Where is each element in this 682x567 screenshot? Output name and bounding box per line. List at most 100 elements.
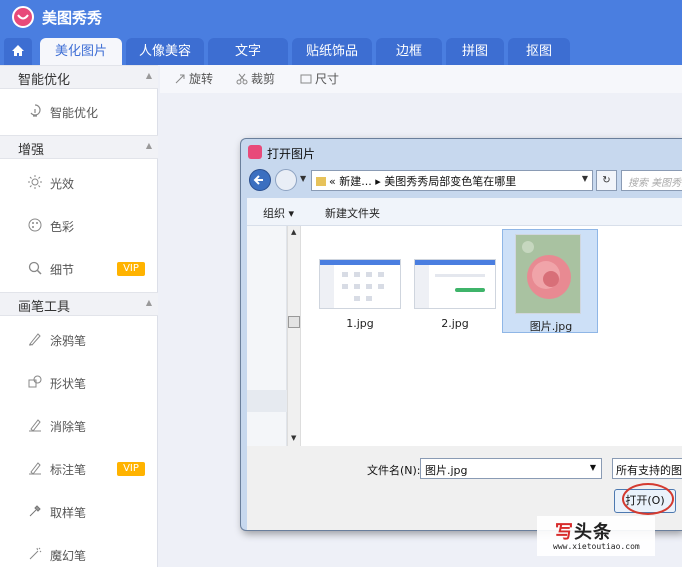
sidebar-item-label: 细节 [50,263,75,277]
vip-badge: VIP [117,462,145,476]
title-bar: 美图秀秀 [0,0,682,34]
section-smart-optimize[interactable]: 智能优化 ▲ [0,65,158,89]
sidebar-item-color[interactable]: 色彩 [0,206,158,246]
sidebar-item-label: 光效 [50,177,75,191]
rotate-tool[interactable]: 旋转 [174,70,213,87]
tab-beautify[interactable]: 美化图片 [40,38,122,65]
home-icon [12,45,24,56]
search-input[interactable]: 搜索 美图秀秀... [621,170,682,191]
filename-value: 图片.jpg [425,464,468,477]
crop-tool[interactable]: 裁剪 [236,70,275,87]
sidebar-item-magic-pen[interactable]: 魔幻笔 [0,535,158,567]
address-bar[interactable]: « 新建... ▸ 美图秀秀局部变色笔在哪里 ▼ [311,170,593,191]
scissors-icon [236,73,248,85]
search-placeholder: 搜索 美图秀秀... [628,178,682,189]
eraser-pen-icon [29,419,41,432]
filetype-select[interactable]: 所有支持的图片 [612,458,682,479]
back-arrow-icon [253,175,263,185]
sidebar-item-shape-pen[interactable]: 形状笔 [0,363,158,403]
sidebar-item-light[interactable]: 光效 [0,163,158,203]
back-button[interactable] [249,169,271,191]
tab-stickers[interactable]: 贴纸饰品 [292,38,372,65]
sidebar-item-label: 消除笔 [50,420,87,434]
tab-collage[interactable]: 拼图 [446,38,504,65]
light-icon [28,175,42,189]
vip-badge: VIP [117,262,145,276]
file-name: 2.jpg [441,317,469,330]
watermark-logo: 写头条 [555,522,612,543]
collapse-caret-icon: ▲ [145,298,152,307]
sidebar-item-detail[interactable]: 细节 VIP [0,249,158,289]
eyedropper-icon [29,505,41,517]
scroll-down-icon[interactable]: ▼ [291,434,296,442]
file-thumbnail [414,259,496,309]
section-label: 增强 [18,143,45,158]
forward-button[interactable] [275,169,297,191]
scroll-up-icon[interactable]: ▲ [291,228,296,236]
address-path: « 新建... ▸ 美图秀秀局部变色笔在哪里 [316,173,516,189]
history-dropdown-icon[interactable]: ▼ [300,174,306,183]
rotate-label: 旋转 [189,72,214,86]
new-folder-button[interactable]: 新建文件夹 [325,205,380,221]
sidebar-item-smart-optimize[interactable]: 智能优化 [0,92,158,132]
file-thumbnail [515,234,581,314]
file-item-selected[interactable]: 图片.jpg [502,229,598,333]
command-bar: 组织 ▾ 新建文件夹 [247,198,682,226]
app-title: 美图秀秀 [42,9,103,27]
section-label: 智能优化 [18,73,71,88]
filename-dropdown-icon[interactable]: ▼ [590,463,596,472]
scroll-thumb[interactable] [288,316,300,328]
sidebar-item-eraser-pen[interactable]: 消除笔 [0,406,158,446]
size-label: 尺寸 [315,72,340,86]
sidebar-item-label: 涂鸦笔 [50,334,87,348]
address-dropdown-icon[interactable]: ▼ [582,174,588,183]
file-thumbnail [319,259,401,309]
navigation-pane[interactable] [247,226,287,446]
filetype-value: 所有支持的图片 [616,464,682,477]
organize-button[interactable]: 组织 ▾ [263,205,294,221]
sidebar-item-label: 标注笔 [50,463,87,477]
file-item[interactable]: 1.jpg [314,229,406,333]
path-segment[interactable]: 新建... [339,175,372,188]
filename-input[interactable]: 图片.jpg ▼ [420,458,602,479]
tab-cutout[interactable]: 抠图 [508,38,570,65]
annotate-pen-icon [29,462,41,475]
sidebar: 智能优化 ▲ 智能优化 增强 ▲ 光效 色彩 细节 VIP 画笔工具 ▲ 涂鸦笔… [0,65,158,567]
sidebar-item-label: 智能优化 [50,106,99,120]
sidebar-item-label: 形状笔 [50,377,87,391]
path-segment[interactable]: 美图秀秀局部变色笔在哪里 [384,175,516,188]
sidebar-item-label: 魔幻笔 [50,549,87,563]
sidebar-item-annotate-pen[interactable]: 标注笔 VIP [0,449,158,489]
doodle-brush-icon [29,333,41,346]
sidebar-item-doodle-brush[interactable]: 涂鸦笔 [0,320,158,360]
collapse-caret-icon: ▲ [145,71,152,80]
open-image-dialog: 打开图片 ▼ « 新建... ▸ 美图秀秀局部变色笔在哪里 ▼ ↻ 搜索 美图秀… [240,138,682,531]
smart-optimize-icon [30,104,41,117]
file-name: 1.jpg [346,317,374,330]
home-tab[interactable] [4,38,32,65]
sidebar-item-eyedropper[interactable]: 取样笔 [0,492,158,532]
watermark: 写头条 www.xietoutiao.com [537,516,655,556]
path-prefix: « [329,175,336,188]
tab-text[interactable]: 文字 [208,38,288,65]
vertical-scrollbar[interactable]: ▲ ▼ [287,226,301,446]
section-enhance[interactable]: 增强 ▲ [0,135,158,159]
size-tool[interactable]: 尺寸 [300,70,339,87]
tab-portrait[interactable]: 人像美容 [126,38,204,65]
refresh-button[interactable]: ↻ [596,170,617,191]
folder-icon [316,177,326,186]
sidebar-item-label: 色彩 [50,220,75,234]
dialog-title: 打开图片 [267,147,316,161]
detail-magnifier-icon [28,261,42,275]
section-brush-tools[interactable]: 画笔工具 ▲ [0,292,158,316]
sidebar-item-label: 取样笔 [50,506,87,520]
collapse-caret-icon: ▲ [145,141,152,150]
file-item[interactable]: 2.jpg [409,229,501,333]
filename-label: 文件名(N): [367,464,421,477]
file-name: 图片.jpg [529,320,573,333]
tab-frame[interactable]: 边框 [376,38,442,65]
path-separator: ▸ [375,175,381,188]
tab-bar: 美化图片 人像美容 文字 贴纸饰品 边框 拼图 抠图 [0,34,682,65]
palette-icon [28,218,42,232]
crop-label: 裁剪 [251,72,276,86]
